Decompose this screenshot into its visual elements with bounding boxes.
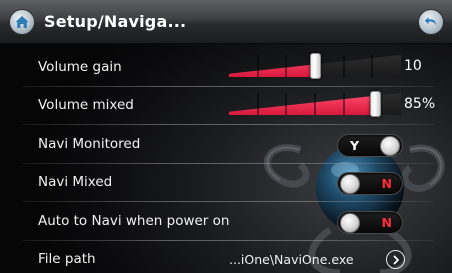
- back-arrow-icon: [424, 17, 436, 25]
- home-icon: [15, 16, 29, 28]
- slider-knob[interactable]: [370, 91, 381, 117]
- volume-mixed-label: Volume mixed: [38, 97, 134, 113]
- navi-monitored-row: Navi Monitored Y: [22, 126, 434, 164]
- file-path-browse-button[interactable]: [386, 250, 405, 269]
- auto-to-navi-label: Auto to Navi when power on: [38, 213, 230, 229]
- toggle-knob: [380, 136, 400, 156]
- navigation-setup-screen: Setup/Naviga... Volume gain 10 Volume mi…: [0, 0, 452, 273]
- title-bar: Setup/Naviga...: [0, 0, 452, 44]
- row-divider: [22, 201, 434, 202]
- file-path-row[interactable]: File path ...iOne\NaviOne.exe: [22, 241, 434, 273]
- volume-mixed-row: Volume mixed 85%: [22, 87, 436, 125]
- row-divider: [22, 124, 434, 125]
- volume-mixed-slider[interactable]: [229, 91, 401, 117]
- navi-mixed-label: Navi Mixed: [38, 174, 113, 190]
- home-button[interactable]: [9, 9, 35, 35]
- chevron-right-circle-icon: [393, 255, 399, 264]
- toggle-knob: [340, 174, 360, 194]
- navi-mixed-toggle[interactable]: N: [337, 172, 403, 195]
- file-path-label: File path: [38, 251, 96, 267]
- navi-monitored-toggle[interactable]: Y: [337, 134, 403, 157]
- page-title: Setup/Naviga...: [44, 12, 187, 31]
- back-button[interactable]: [418, 9, 444, 35]
- volume-gain-value: 10: [404, 58, 422, 74]
- volume-gain-slider[interactable]: [229, 53, 401, 79]
- auto-to-navi-row: Auto to Navi when power on N: [22, 203, 434, 241]
- navi-mixed-row: Navi Mixed N: [22, 164, 434, 202]
- slider-knob[interactable]: [310, 53, 321, 79]
- auto-to-navi-toggle[interactable]: N: [337, 211, 403, 234]
- toggle-state-text: N: [381, 176, 392, 191]
- toggle-state-text: N: [381, 215, 392, 230]
- volume-gain-row: Volume gain 10: [22, 49, 434, 87]
- navi-monitored-label: Navi Monitored: [38, 136, 141, 152]
- toggle-state-text: Y: [350, 138, 360, 153]
- file-path-value: ...iOne\NaviOne.exe: [229, 252, 354, 267]
- toggle-knob: [340, 213, 360, 233]
- volume-gain-label: Volume gain: [38, 59, 122, 75]
- volume-mixed-value: 85%: [404, 96, 436, 112]
